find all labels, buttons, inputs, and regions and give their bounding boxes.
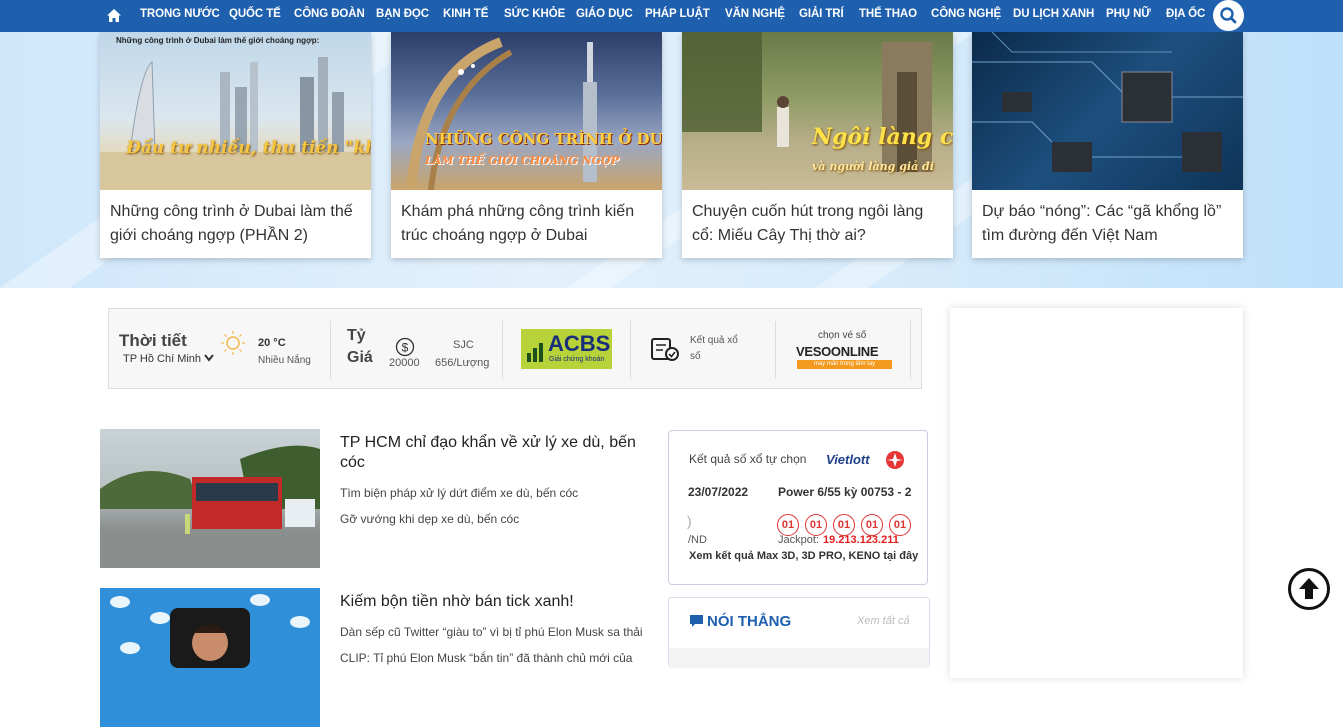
jackpot-value: 19.213.123.211 (823, 534, 899, 546)
see-all-link[interactable]: Xem tất cả (857, 615, 910, 627)
twitter-logos-image (110, 594, 310, 668)
lottery-ball: 01 (889, 514, 911, 536)
sun-icon (221, 331, 245, 355)
nav-item-trong-nuoc[interactable]: TRONG NƯỚC (140, 8, 220, 20)
related-link[interactable]: Dàn sếp cũ Twitter “giàu to” vì bị tỉ ph… (340, 625, 643, 639)
vietlott-logo[interactable]: Vietlott (826, 452, 870, 467)
article-title[interactable]: Kiếm bộn tiền nhờ bán tick xanh! (340, 592, 650, 612)
weather-label: Thời tiết (119, 331, 187, 350)
lottery-ball: 01 (805, 514, 827, 536)
lottery-ball: 01 (861, 514, 883, 536)
card-title[interactable]: Chuyện cuốn hút trong ngôi làng cổ: Miếu… (692, 200, 947, 248)
acbs-logo[interactable]: ACBS Giải chứng khoán (521, 329, 612, 369)
search-icon (1220, 7, 1237, 24)
utility-bar: Thời tiết TP Hồ Chí Minh 20 °C Nhiều Nắn… (108, 308, 922, 389)
more-results-link[interactable]: Xem kết quả Max 3D, 3D PRO, KENO tại đây (689, 550, 918, 562)
dollar-icon: $ (395, 337, 415, 357)
prev-arrow-icon[interactable]: ) (687, 513, 692, 529)
article-image[interactable] (100, 429, 320, 568)
related-link[interactable]: Gỡ vướng khi dẹp xe dù, bến cóc (340, 512, 519, 526)
bar-chart-icon (527, 343, 543, 362)
noi-thang-box: NÓI THẲNG Xem tất cả (668, 597, 930, 668)
vesoonline-pre: chọn vé số (818, 330, 867, 341)
card-title[interactable]: Dự báo “nóng”: Các “gã khổng lồ” tìm đườ… (982, 200, 1237, 248)
top-nav: TRONG NƯỚC QUỐC TẾ CÔNG ĐOÀN BẠN ĐỌC KIN… (0, 0, 1343, 32)
vesoonline-tagline: may mắn trong tầm tay (797, 360, 892, 369)
article-image[interactable] (100, 588, 320, 727)
nav-item-quoc-te[interactable]: QUỐC TẾ (229, 8, 281, 20)
ad-placeholder (950, 308, 1243, 678)
nav-item-van-nghe[interactable]: VĂN NGHỆ (725, 8, 785, 20)
card-image: NHỮNG CÔNG TRÌNH Ở DUBAI LÀM THẾ GIỚI CH… (391, 32, 662, 190)
image-overlay-subtext: và người làng giả đi (812, 160, 934, 173)
lottery-ticket-icon (651, 338, 679, 361)
card-title[interactable]: Những công trình ở Dubai làm thế giới ch… (110, 200, 365, 248)
nav-item-suc-khoe[interactable]: SỨC KHỎE (504, 8, 565, 20)
jackpot-label: Jackpot: (778, 534, 819, 546)
image-overlay-text: NHỮNG CÔNG TRÌNH Ở DUBAI (425, 130, 662, 148)
card-title[interactable]: Khám phá những công trình kiến trúc choá… (401, 200, 656, 248)
nav-item-cong-doan[interactable]: CÔNG ĐOÀN (294, 8, 365, 20)
nav-item-phap-luat[interactable]: PHÁP LUẬT (645, 8, 710, 20)
noi-thang-title[interactable]: NÓI THẲNG (707, 613, 791, 630)
chat-bubble-icon (690, 615, 703, 627)
nav-item-giai-tri[interactable]: GIẢI TRÍ (799, 8, 844, 20)
draw-date: 23/07/2022 (688, 485, 749, 499)
nav-item-dia-oc[interactable]: ĐỊA ỐC (1166, 8, 1205, 20)
featured-card-dubai[interactable]: NHỮNG CÔNG TRÌNH Ở DUBAI LÀM THẾ GIỚI CH… (391, 32, 662, 258)
lottery-ball: 01 (777, 514, 799, 536)
dubai-skyline-image (100, 57, 371, 190)
image-overlay-text: Đầu tư nhiều, thu tiền "khủng" (126, 138, 371, 158)
draw-game: Power 6/55 kỳ 00753 - 2 (778, 485, 912, 499)
related-link[interactable]: Tìm biện pháp xử lý dứt điểm xe dù, bến … (340, 486, 578, 500)
nav-item-giao-duc[interactable]: GIÁO DỤC (576, 8, 633, 20)
featured-card-dubai-2[interactable]: Những công trình ở Dubai làm thế giới ch… (100, 32, 371, 258)
nav-item-ban-doc[interactable]: BẠN ĐỌC (376, 8, 429, 20)
location-select[interactable]: TP Hồ Chí Minh (123, 353, 201, 365)
chevron-down-icon (204, 354, 214, 362)
article-title[interactable]: TP HCM chỉ đạo khẩn về xử lý xe dù, bến … (340, 433, 650, 473)
nav-item-the-thao[interactable]: THỂ THAO (859, 8, 917, 20)
back-to-top-button[interactable] (1288, 568, 1330, 610)
featured-section: Những công trình ở Dubai làm thế giới ch… (0, 32, 1343, 288)
home-icon[interactable] (105, 7, 123, 25)
lottery-results-link[interactable]: Kết quả xổ số (690, 333, 750, 365)
svg-text:$: $ (402, 341, 409, 355)
featured-card-tech[interactable]: Dự báo “nóng”: Các “gã khổng lồ” tìm đườ… (972, 32, 1243, 258)
image-overlay-text: Ngôi làng cổ (812, 124, 953, 150)
card-image: Những công trình ở Dubai làm thế giới ch… (100, 32, 371, 190)
card-image: Ngôi làng cổ và người làng giả đi (682, 32, 953, 190)
weather-condition: Nhiều Nắng (258, 355, 311, 366)
acbs-tagline: Giải chứng khoán (549, 356, 605, 363)
vietlott-star-icon (886, 451, 904, 469)
exchange-rate-value: 20000 (389, 357, 420, 369)
lottery-widget: Kết quả số xổ tự chọn Vietlott 23/07/202… (668, 430, 928, 585)
nav-item-cong-nghe[interactable]: CÔNG NGHỆ (931, 8, 1001, 20)
temperature: 20 °C (258, 337, 286, 349)
arrow-up-icon (1299, 578, 1319, 599)
nav-item-kinh-te[interactable]: KINH TẾ (443, 8, 488, 20)
acbs-logo-text: ACBS (548, 331, 611, 356)
image-header-text: Những công trình ở Dubai làm thế giới ch… (116, 36, 320, 45)
vesoonline-logo[interactable]: VESOONLINE (796, 344, 879, 359)
image-overlay-subtext: LÀM THẾ GIỚI CHOÁNG NGỢP (425, 154, 620, 167)
exchange-rate-label: Tỷ Giá (347, 327, 373, 366)
currency-label: /ND (688, 534, 707, 546)
bus-street-image (100, 445, 320, 568)
search-button[interactable] (1213, 0, 1244, 31)
lottery-title: Kết quả số xổ tự chọn (689, 452, 807, 466)
featured-card-village[interactable]: Ngôi làng cổ và người làng giả đi Chuyện… (682, 32, 953, 258)
sjc-label: SJC (453, 339, 474, 351)
sjc-value: 656/Lượng (435, 357, 490, 369)
related-link[interactable]: CLIP: Tỉ phú Elon Musk “bắn tin” đã thàn… (340, 651, 632, 665)
nav-item-du-lich-xanh[interactable]: DU LỊCH XANH (1013, 8, 1094, 20)
nav-item-phu-nu[interactable]: PHỤ NỮ (1106, 8, 1151, 20)
card-image (972, 32, 1243, 190)
circuit-board-image (972, 32, 1243, 172)
lottery-ball: 01 (833, 514, 855, 536)
